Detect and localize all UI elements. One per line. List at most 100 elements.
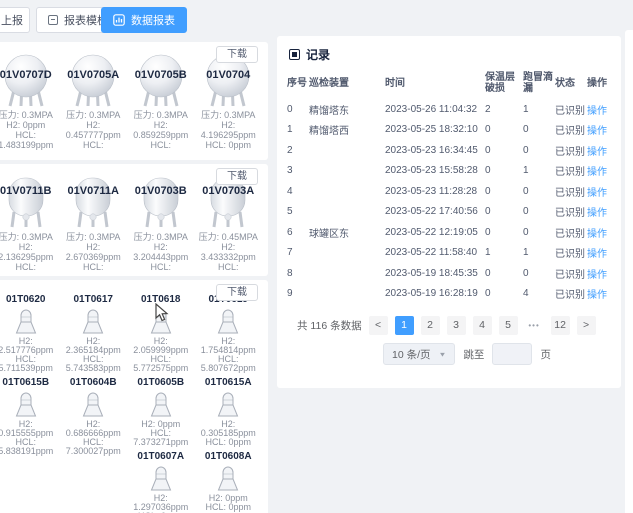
tank-readings: 压力: 0.3MPAH2:4.196295ppmHCL: 0ppm [195, 110, 263, 150]
tank-card[interactable]: 01V0711A压力: 0.3MPAH2:2.670369ppmHCL: [60, 176, 128, 272]
tank-card[interactable]: 01T0605BH2: 0ppmHCL:7.373271ppm [127, 377, 195, 447]
cell-status: 已识别 [555, 102, 587, 117]
tank-card[interactable]: 01T0607AH2:1.297036ppmHCL: 0ppm [127, 451, 195, 513]
small-tank-icon [145, 463, 177, 492]
page-button-2[interactable]: 2 [421, 316, 440, 335]
tank-reading-line: H2: [60, 242, 128, 252]
cell-insulation: 0 [485, 268, 523, 279]
cell-leak: 0 [523, 206, 555, 217]
tank-card[interactable]: 01V0705A压力: 0.3MPAH2:0.457777ppmHCL: [60, 54, 128, 150]
tank-card[interactable]: 01T0615B H2:0.915555ppmHCL:5.838191ppm [0, 377, 60, 456]
tank-readings: H2:2.059999ppmHCL:5.772575ppm [127, 337, 195, 373]
tank-reading-line: HCL: [127, 262, 195, 272]
row-action-link[interactable]: 操作 [587, 163, 611, 178]
next-page-button[interactable]: > [577, 316, 596, 335]
jump-page-input[interactable] [492, 343, 532, 365]
tank-readings: H2:0.305185ppmHCL: 0ppm [195, 420, 263, 447]
row-action-link[interactable]: 操作 [587, 245, 611, 260]
tank-card[interactable]: 01V0703A压力: 0.45MPAH2:3.433332ppmHCL: [195, 176, 263, 272]
row-action-link[interactable]: 操作 [587, 122, 611, 137]
cell-seq: 0 [287, 104, 309, 115]
tank-card[interactable]: 01V0707D压力: 0.3MPAH2: 0ppmHCL:1.483199pp… [0, 54, 60, 150]
row-action-link[interactable]: 操作 [587, 184, 611, 199]
tank-label: 01V0703B [123, 185, 199, 197]
upload-button[interactable]: 上报 [0, 7, 30, 33]
tank-reading-line: H2: 0ppm [0, 120, 60, 130]
tank-reading-line: 压力: 0.3MPA [0, 232, 60, 242]
tank-reading-line: 1.483199ppm [0, 140, 60, 150]
page-button-1[interactable]: 1 [395, 316, 414, 335]
cell-device: 精馏塔西 [309, 122, 385, 137]
page-size-select[interactable]: 10 条/页 ▼ [383, 343, 455, 365]
cell-leak: 0 [523, 124, 555, 135]
table-row: 72023-05-22 11:58:4011已识别操作 [287, 243, 611, 264]
row-action-link[interactable]: 操作 [587, 225, 611, 240]
tank-readings: 压力: 0.3MPAH2:0.859259ppmHCL: [127, 110, 195, 150]
tank-label: 01V0711B [0, 185, 64, 197]
tank-card[interactable]: 01V0703B压力: 0.3MPAH2:3.204443ppmHCL: [127, 176, 195, 272]
tank-readings: H2:0.915555ppmHCL:5.838191ppm [0, 420, 60, 456]
cell-time: 2023-05-22 17:40:56 [385, 206, 485, 217]
tank-column: 01V0711A压力: 0.3MPAH2:2.670369ppmHCL: [60, 176, 128, 272]
tank-label: 01T0615B [0, 377, 60, 388]
tank-graphic: 01V0707D [0, 54, 60, 108]
tank-card[interactable]: 01V0704压力: 0.3MPAH2:4.196295ppmHCL: 0ppm [195, 54, 263, 150]
data-report-button[interactable]: 数据报表 [101, 7, 187, 33]
download-button[interactable]: 下载 [216, 46, 258, 63]
dashboard: 上报 报表模板 数据报表 下载01V0707D压力: 0.3MPAH2: 0pp… [0, 0, 633, 513]
page-button-3[interactable]: 3 [447, 316, 466, 335]
page-button-4[interactable]: 4 [473, 316, 492, 335]
small-tank-icon [10, 389, 42, 418]
tank-card[interactable]: 01T0608AH2: 0ppmHCL: 0ppm [195, 451, 263, 512]
col-header-status: 状态 [555, 78, 587, 89]
page-button-5[interactable]: 5 [499, 316, 518, 335]
tank-reading-line: 2.136295ppm [0, 252, 60, 262]
cell-time: 2023-05-23 15:58:28 [385, 165, 485, 176]
row-action-link[interactable]: 操作 [587, 266, 611, 281]
tank-card[interactable]: 01T0615AH2:0.305185ppmHCL: 0ppm [195, 377, 263, 447]
download-button[interactable]: 下载 [216, 284, 258, 301]
cell-status: 已识别 [555, 286, 587, 301]
table-row: 92023-05-19 16:28:1904已识别操作 [287, 284, 611, 305]
record-panel-header: 记录 [277, 36, 621, 67]
row-action-link[interactable]: 操作 [587, 102, 611, 117]
sphere-tank-icon [134, 54, 188, 108]
tank-card[interactable]: 01V0711B压力: 0.3MPAH2:2.136295ppmHCL: [0, 176, 60, 272]
tank-column: 01V0703B压力: 0.3MPAH2:3.204443ppmHCL: [127, 176, 195, 272]
tank-card[interactable]: 01T0619H2:1.754814ppmHCL:5.807672ppm [195, 294, 263, 373]
tank-reading-line: HCL: 0ppm [195, 503, 263, 512]
tank-graphic: 01V0703B [127, 176, 195, 230]
tank-readings: H2:1.297036ppmHCL: 0ppm [127, 494, 195, 513]
tank-graphic [195, 306, 263, 335]
table-body: 0精馏塔东2023-05-26 11:04:3221已识别操作1精馏塔西2023… [287, 99, 611, 304]
small-tank-icon [77, 306, 109, 335]
cell-seq: 2 [287, 145, 309, 156]
toolbar: 上报 报表模板 数据报表 [0, 0, 633, 38]
col-header-action: 操作 [587, 78, 611, 89]
tank-card[interactable]: 01T0620H2:2.517776ppmHCL:5.711539ppm [0, 294, 60, 373]
tank-readings: 压力: 0.3MPAH2:2.670369ppmHCL: [60, 232, 128, 272]
download-button[interactable]: 下载 [216, 168, 258, 185]
page-button-12[interactable]: 12 [551, 316, 570, 335]
row-action-link[interactable]: 操作 [587, 204, 611, 219]
cell-time: 2023-05-19 16:28:19 [385, 288, 485, 299]
tank-label: 01V0704 [191, 69, 267, 81]
cell-seq: 1 [287, 124, 309, 135]
cell-status: 已识别 [555, 266, 587, 281]
tank-graphic: 01V0705B [127, 54, 195, 108]
tank-graphic: 01V0711B [0, 176, 60, 230]
tank-card[interactable]: 01V0705B压力: 0.3MPAH2:0.859259ppmHCL: [127, 54, 195, 150]
table-header-row: 序号 巡检装置 时间 保温层破损 跑冒滴漏 状态 操作 [287, 67, 611, 99]
page-ellipsis[interactable]: ••• [525, 316, 544, 335]
tank-graphic [195, 389, 263, 418]
tank-column: 01V0703A压力: 0.45MPAH2:3.433332ppmHCL: [195, 176, 263, 272]
tank-reading-line: 压力: 0.3MPA [195, 110, 263, 120]
total-count: 共 116 条数据 [297, 318, 362, 333]
tank-card[interactable]: 01T0604BH2:0.686666ppmHCL:7.300027ppm [60, 377, 128, 456]
small-tank-icon [212, 463, 244, 492]
tank-card[interactable]: 01T0617H2:2.365184ppmHCL:5.743583ppm [60, 294, 128, 373]
prev-page-button[interactable]: < [369, 316, 388, 335]
row-action-link[interactable]: 操作 [587, 143, 611, 158]
tank-graphic: 01V0705A [60, 54, 128, 108]
row-action-link[interactable]: 操作 [587, 286, 611, 301]
